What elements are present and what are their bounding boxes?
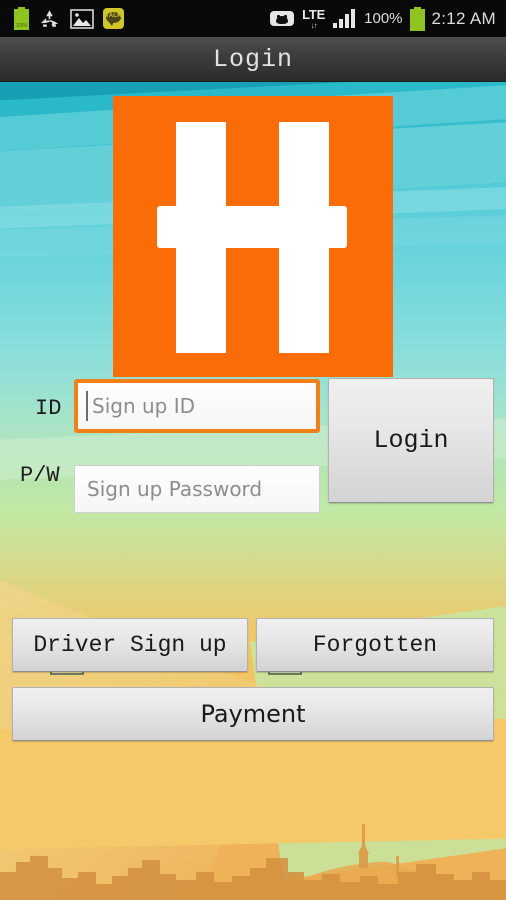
clock-label: 2:12 AM [431,8,496,28]
password-input-placeholder: Sign up Password [87,477,263,501]
status-bar: 100% TALK LTE ↓↑ 100% 2:12 AM [0,0,506,37]
forgotten-button[interactable]: Forgotten [256,618,494,672]
battery-icon [409,6,425,31]
logo-stroke-cross [157,206,347,248]
payment-button[interactable]: Payment [12,687,494,741]
battery-percent-label: 100% [364,10,403,27]
lte-indicator: LTE ↓↑ [302,8,325,30]
status-bar-right-icons: LTE ↓↑ 100% 2:12 AM [269,6,506,31]
status-bar-left-icons: 100% TALK [0,7,124,30]
title-bar: Login [0,37,506,82]
id-input-placeholder: Sign up ID [92,394,196,418]
phone-screen: 100% TALK LTE ↓↑ 100% 2:12 AM Login ID P… [0,0,506,900]
password-field-label: P/W [20,463,60,488]
recycle-icon [40,9,59,27]
kakaotalk-icon: TALK [103,8,124,29]
login-button[interactable]: Login [328,378,494,503]
text-caret [86,391,88,421]
login-content: ID P/W Sign up ID Sign up Password Login… [0,82,506,900]
lte-label: LTE [302,6,326,22]
app-logo-h [113,96,393,377]
gallery-image-icon [70,8,94,29]
battery-saver-icon: 100% [14,7,29,30]
page-title: Login [212,44,293,74]
mask-contact-icon [270,11,295,26]
password-input[interactable]: Sign up Password [74,465,320,513]
id-field-label: ID [35,396,62,421]
battery-saver-label: 100% [15,23,28,29]
id-input[interactable]: Sign up ID [74,379,320,433]
lte-arrows: ↓↑ [310,20,318,30]
driver-signup-button[interactable]: Driver Sign up [12,618,248,672]
signal-bars-icon [333,9,356,28]
